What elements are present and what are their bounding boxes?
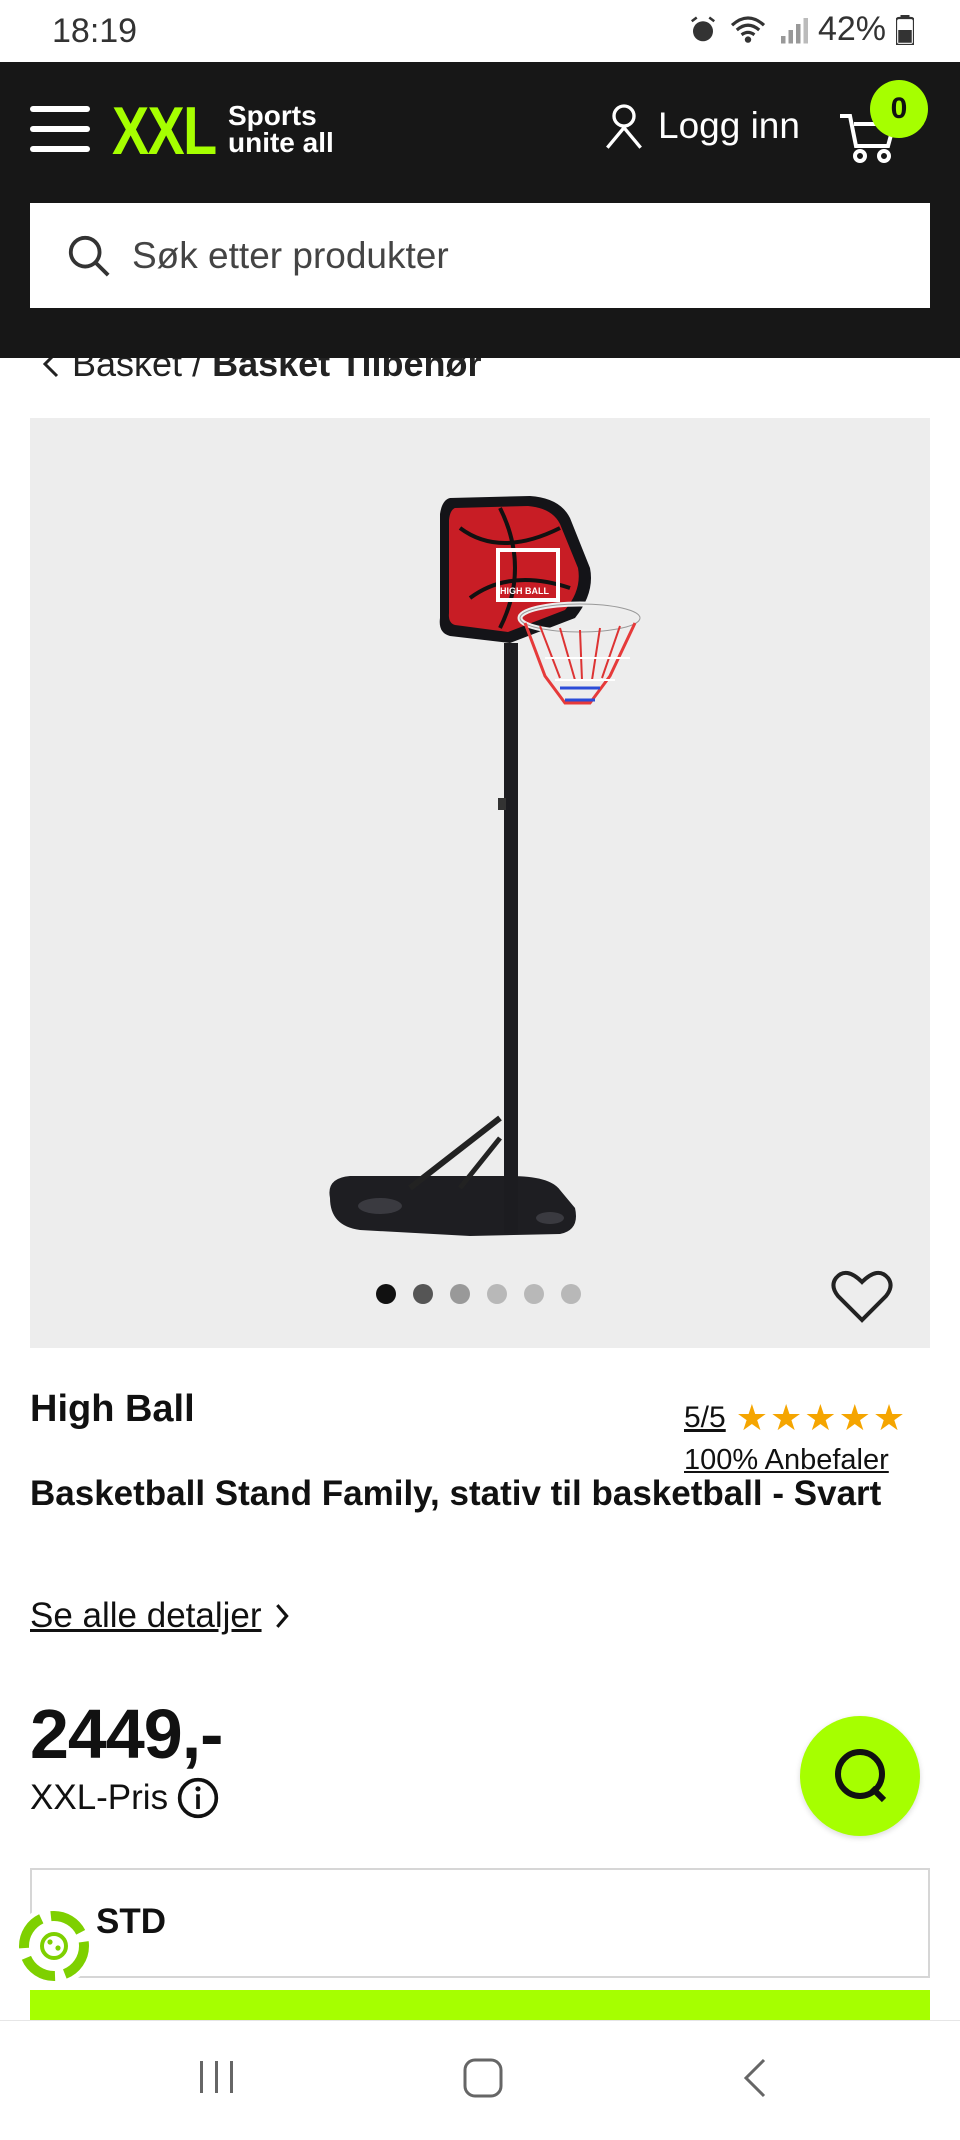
menu-icon[interactable] [30,106,90,152]
cookie-settings-icon[interactable] [14,1906,94,1986]
recent-apps-icon[interactable] [196,2057,238,2097]
see-details-label: Se alle detaljer [30,1596,262,1635]
product-image-gallery[interactable]: HIGH BALL [30,418,930,1348]
system-nav-bar [0,2020,960,2140]
signal-icon [780,17,808,43]
login-label: Logg inn [658,105,800,146]
rating-stars: ★ ★ ★ ★ ★ [736,1400,905,1436]
wifi-icon [730,15,766,43]
logo-text: XXL [112,93,217,169]
star-icon: ★ [872,1397,906,1438]
user-icon [606,104,642,149]
price-label: XXL-Pris [30,1776,220,1820]
status-icons: 42% [688,10,914,49]
pagination-dot[interactable] [561,1284,581,1304]
svg-text:HIGH BALL: HIGH BALL [500,586,549,596]
product-price: 2449,- [30,1695,223,1773]
search-placeholder: Søk etter produkter [132,234,449,276]
site-header: XXL Sports unite all Logg inn 0 Søk ette… [0,62,960,358]
pagination-dot[interactable] [487,1284,507,1304]
xxl-logo[interactable]: XXL Sports unite all [112,92,334,170]
star-icon: ★ [770,1397,803,1438]
search-icon [68,235,110,277]
pagination-dot[interactable] [413,1284,433,1304]
recommend-link[interactable]: 100% Anbefaler [684,1444,889,1477]
star-icon: ★ [838,1397,871,1438]
heart-icon[interactable] [830,1266,894,1326]
alarm-icon [690,16,715,41]
price-label-text: XXL-Pris [30,1778,169,1817]
status-time: 18:19 [52,12,138,50]
back-icon[interactable] [740,2057,770,2099]
rating-score[interactable]: 5/5 [684,1401,726,1435]
star-icon: ★ [804,1397,837,1438]
chat-icon [835,1749,887,1803]
add-to-cart-button[interactable] [30,1990,930,2020]
product-image: HIGH BALL [48,436,912,1330]
star-icon: ★ [735,1397,768,1438]
pagination-dot[interactable] [450,1284,470,1304]
pagination-dot[interactable] [524,1284,544,1304]
battery-icon [896,14,914,45]
size-selector[interactable]: STD [30,1868,930,1978]
login-button[interactable]: Logg inn [604,102,800,150]
search-input[interactable]: Søk etter produkter [30,203,930,308]
logo-tagline: Sports unite all [228,100,334,158]
chevron-right-icon [275,1604,289,1628]
status-bar: 18:19 42% [0,0,960,62]
battery-level: 42% [817,10,886,48]
pagination-dot[interactable] [376,1284,396,1304]
product-title: Basketball Stand Family, stativ til bask… [30,1474,882,1513]
see-details-link[interactable]: Se alle detaljer [30,1596,290,1636]
image-pagination[interactable] [376,1284,581,1304]
cart-count-badge[interactable]: 0 [870,80,928,138]
home-icon[interactable] [462,2057,504,2099]
product-rating[interactable]: 5/5 ★ ★ ★ ★ ★ [684,1400,905,1436]
chat-button[interactable] [800,1716,920,1836]
product-brand[interactable]: High Ball [30,1388,195,1431]
info-icon[interactable] [176,1776,220,1820]
size-selector-value: STD [96,1902,166,1941]
